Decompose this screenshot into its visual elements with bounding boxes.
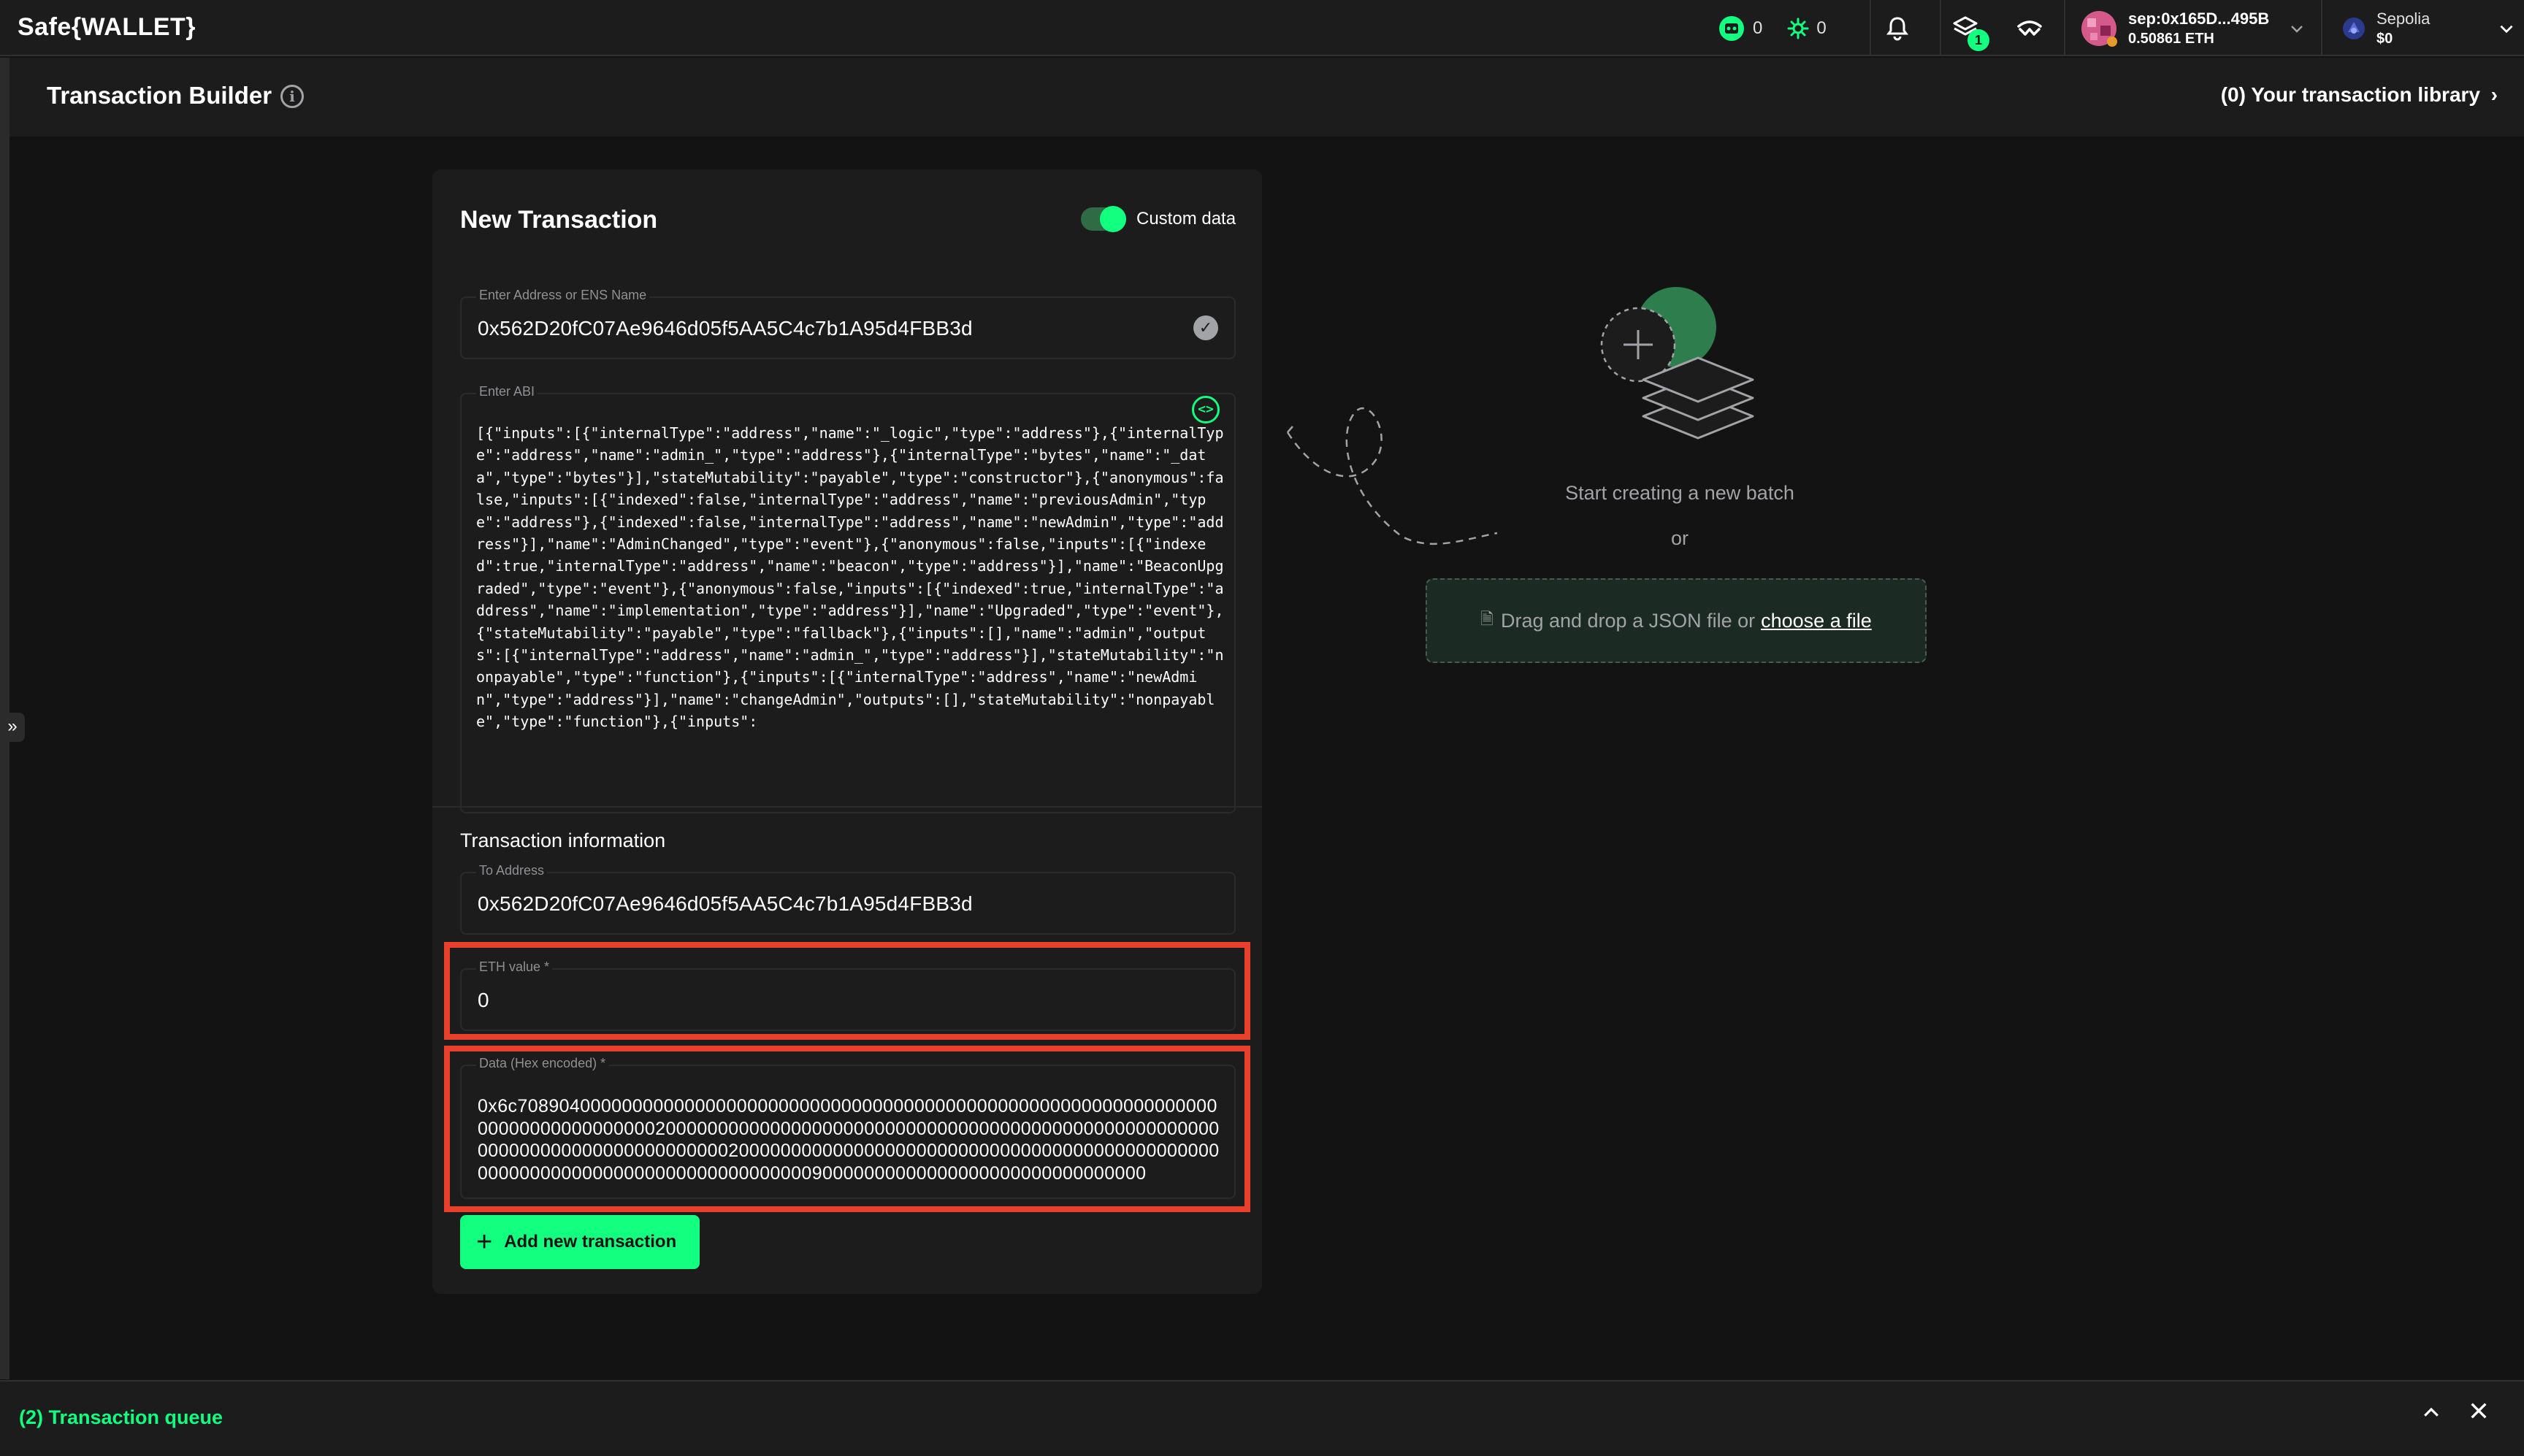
code-icon[interactable]: <> [1192,396,1220,424]
page-title: Transaction Builder [47,82,272,109]
queue-badge: 1 [1967,29,1989,51]
counter-b[interactable]: 0 [1787,18,1827,39]
abi-field[interactable]: Enter ABI <> [{"inputs":[{"internalType"… [460,384,1236,813]
account-balance: 0.50861 ETH [2128,30,2214,47]
section-divider [432,806,1262,808]
chevron-right-icon[interactable]: › [2491,83,2498,107]
close-icon[interactable] [2467,1399,2490,1422]
expand-sidebar-icon[interactable]: » [0,713,25,742]
top-bar: Safe{WALLET} 0 0 1 sep:0x165D...495B 0.5… [0,0,2524,56]
to-address-label: To Address [476,863,548,878]
transaction-queue-bar[interactable]: (2) Transaction queue [0,1380,2524,1456]
network-name: Sepolia [2376,9,2431,28]
add-new-transaction-label: Add new transaction [504,1232,677,1252]
walletconnect[interactable] [2016,0,2043,56]
highlight-box-eth-value [444,942,1250,1040]
safe-apps-icon [1719,15,1744,41]
counter-a-value: 0 [1753,18,1763,38]
divider [2321,0,2322,56]
header-counters: 0 0 [1718,0,1827,56]
choose-file-link[interactable]: choose a file [1761,610,1872,632]
address-input[interactable]: 0x562D20fC07Ae9646d05f5AA5C4c7b1A95d4FBB… [478,317,973,340]
custom-data-toggle[interactable] [1081,206,1126,232]
chevron-down-icon[interactable] [2288,20,2306,37]
transaction-information-heading: Transaction information [460,829,666,851]
counter-a[interactable]: 0 [1718,15,1762,42]
plus-icon: + [476,1227,493,1257]
chevron-up-icon[interactable] [2420,1402,2442,1424]
abi-field-label: Enter ABI [476,384,538,399]
chevron-down-icon[interactable] [2497,19,2516,38]
to-address-input[interactable]: 0x562D20fC07Ae9646d05f5AA5C4c7b1A95d4FBB… [478,892,973,916]
sparkle-icon [1787,18,1809,39]
counter-b-value: 0 [1816,18,1827,38]
json-dropzone[interactable]: 🗎 Drag and drop a JSON file or choose a … [1426,578,1927,663]
pending-queue[interactable]: 1 [1951,0,2005,56]
divider [2064,0,2065,56]
account-avatar [2081,10,2117,47]
highlight-box-data-hex [444,1046,1250,1212]
batch-illustration [1286,287,1754,545]
info-icon[interactable]: i [280,85,304,108]
account-address: sep:0x165D...495B [2128,9,2270,28]
address-field[interactable]: Enter Address or ENS Name 0x562D20fC07Ae… [460,288,1236,359]
file-icon: 🗎 [1480,610,1494,628]
network-balance: $0 [2376,30,2393,47]
divider [1870,0,1871,56]
custom-data-label: Custom data [1136,209,1236,229]
sub-header [0,58,2524,138]
add-new-transaction-button[interactable]: + Add new transaction [460,1215,700,1269]
network-icon [2343,17,2365,39]
divider [1940,0,1941,56]
dropzone-text: Drag and drop a JSON file or [1500,609,1756,632]
toggle-knob [1100,206,1126,232]
notifications[interactable] [1884,0,1911,56]
transaction-queue-label[interactable]: (2) Transaction queue [19,1406,223,1429]
safe-wallet-logo[interactable]: Safe{WALLET} [18,13,196,42]
account-menu[interactable]: sep:0x165D...495B 0.50861 ETH [2080,0,2306,56]
walletconnect-icon [2017,20,2042,36]
to-address-field[interactable]: To Address 0x562D20fC07Ae9646d05f5AA5C4c… [460,863,1236,935]
abi-textarea[interactable]: [{"inputs":[{"internalType":"address","n… [476,422,1225,808]
transaction-library-link[interactable]: (0) Your transaction library [2221,83,2480,107]
empty-state-text: Start creating a new batch [1565,482,1794,504]
card-title: New Transaction [460,206,658,234]
or-separator: or [1670,527,1689,549]
bell-icon[interactable] [1884,15,1911,42]
check-circle-icon: ✓ [1193,315,1218,340]
network-selector[interactable]: Sepolia $0 [2341,0,2516,56]
address-field-label: Enter Address or ENS Name [476,288,650,303]
